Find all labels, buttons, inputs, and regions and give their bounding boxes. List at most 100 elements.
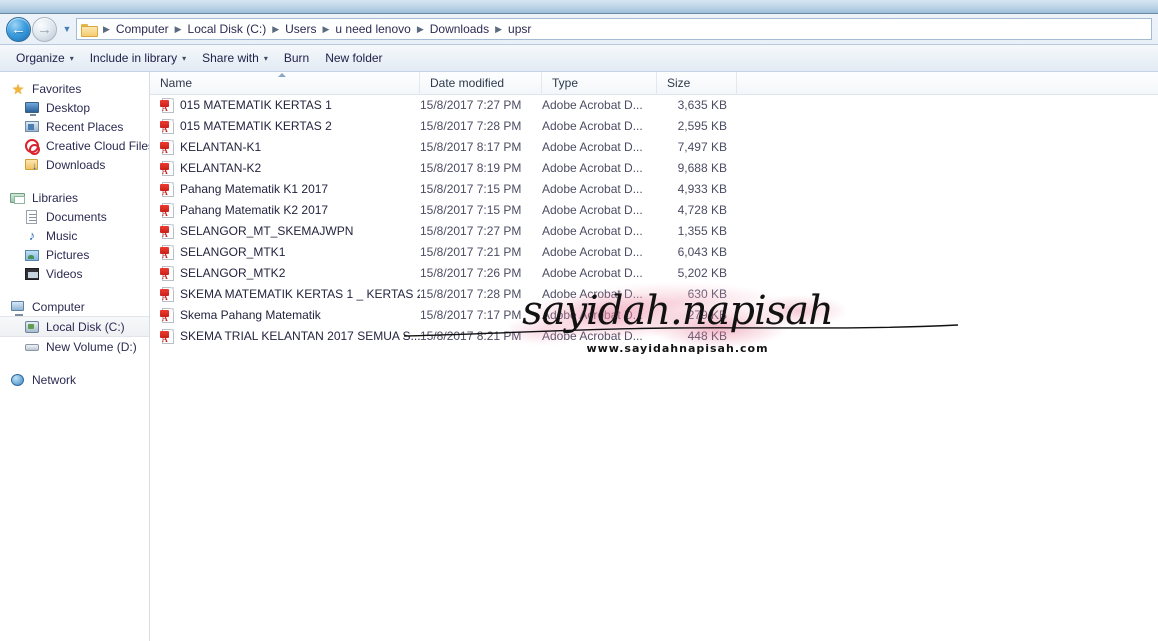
sidebar-item-libraries[interactable]: Libraries (0, 188, 149, 207)
sidebar-item-music[interactable]: ♪ Music (0, 226, 149, 245)
breadcrumb-separator-icon: ▶ (272, 23, 280, 34)
back-button[interactable]: ← (6, 16, 31, 42)
file-date-modified: 15/8/2017 7:17 PM (420, 308, 522, 322)
sidebar-item-label: Libraries (32, 190, 79, 205)
sidebar-item-favorites[interactable]: ★ Favorites (0, 79, 149, 98)
sidebar-item-label: Pictures (46, 247, 90, 262)
toolbar-item-label: Include in library (89, 51, 178, 65)
sidebar-item-pictures[interactable]: Pictures (0, 245, 149, 264)
pdf-icon: A (160, 119, 174, 134)
file-name-label: KELANTAN-K1 (180, 140, 262, 154)
pictures-icon (24, 247, 40, 263)
file-name-cell: A SKEMA TRIAL KELANTAN 2017 SEMUA S... (150, 326, 420, 347)
sidebar-item-label: New Volume (D:) (46, 339, 137, 354)
table-row[interactable]: A Pahang Matematik K2 2017 15/8/2017 7:15 … (150, 200, 1158, 221)
table-row[interactable]: A KELANTAN-K2 15/8/2017 8:19 PM Adobe Acrob… (150, 158, 1158, 179)
breadcrumb-separator-icon: ▶ (322, 23, 330, 34)
toolbar-share-with[interactable]: Share with ▾ (194, 48, 276, 68)
file-date-modified: 15/8/2017 7:15 PM (420, 182, 522, 196)
toolbar-burn[interactable]: Burn (276, 48, 317, 68)
file-date-modified: 15/8/2017 7:28 PM (420, 119, 522, 133)
pdf-icon: A (160, 140, 174, 155)
breadcrumb-item-upsr[interactable]: upsr (505, 21, 534, 37)
sidebar-item-documents[interactable]: Documents (0, 207, 149, 226)
sidebar-item-recent-places[interactable]: Recent Places (0, 117, 149, 136)
table-row[interactable]: A 015 MATEMATIK KERTAS 1 15/8/2017 7:27 PM… (150, 95, 1158, 116)
sidebar-item-label: Creative Cloud Files (46, 138, 150, 153)
sidebar-item-videos[interactable]: Videos (0, 264, 149, 283)
file-date-modified: 15/8/2017 7:28 PM (420, 287, 522, 301)
breadcrumb-item-users[interactable]: Users (282, 21, 319, 37)
toolbar-new-folder[interactable]: New folder (317, 48, 390, 68)
file-name-cell: A Skema Pahang Matematik (150, 305, 420, 326)
file-size: 6,043 KB (677, 245, 727, 259)
recent-pages-dropdown[interactable]: ▼ (60, 17, 74, 42)
sidebar-item-network[interactable]: Network (0, 370, 149, 389)
sidebar-item-downloads[interactable]: Downloads (0, 155, 149, 174)
volume-icon (24, 339, 40, 355)
file-type: Adobe Acrobat D... (542, 140, 643, 154)
file-name-label: SELANGOR_MTK1 (180, 245, 286, 259)
file-type: Adobe Acrobat D... (542, 203, 643, 217)
table-row[interactable]: A SELANGOR_MTK2 15/8/2017 7:26 PM Adobe Acr… (150, 263, 1158, 284)
pdf-icon: A (160, 161, 174, 176)
file-size: 448 KB (687, 329, 727, 343)
table-row[interactable]: A SKEMA TRIAL KELANTAN 2017 SEMUA S... 15/… (150, 326, 1158, 347)
table-row[interactable]: A SKEMA MATEMATIK KERTAS 1 _ KERTAS 2 15/8… (150, 284, 1158, 305)
toolbar-organize[interactable]: Organize ▾ (8, 48, 82, 68)
table-row[interactable]: A 015 MATEMATIK KERTAS 2 15/8/2017 7:28 PM… (150, 116, 1158, 137)
table-row[interactable]: A Skema Pahang Matematik 15/8/2017 7:17 PM… (150, 305, 1158, 326)
table-row[interactable]: A Pahang Matematik K1 2017 15/8/2017 7:15 … (150, 179, 1158, 200)
creative-cloud-icon (24, 138, 40, 155)
file-name-label: Pahang Matematik K2 2017 (180, 203, 329, 217)
file-name-cell: A SELANGOR_MT_SKEMAJWPN (150, 221, 420, 242)
back-arrow-icon: ← (11, 20, 26, 38)
file-rows: A 015 MATEMATIK KERTAS 1 15/8/2017 7:27 PM… (150, 95, 1158, 347)
breadcrumb[interactable]: ▶ Computer ▶ Local Disk (C:) ▶ Users ▶ u need l… (76, 18, 1152, 40)
column-header-size[interactable]: Size (657, 72, 737, 95)
table-row[interactable]: A KELANTAN-K1 15/8/2017 8:17 PM Adobe Acrob… (150, 137, 1158, 158)
sidebar-item-new-volume-d[interactable]: New Volume (D:) (0, 337, 149, 356)
file-size: 4,933 KB (677, 182, 727, 196)
sidebar-group-spacer (0, 174, 149, 188)
breadcrumb-item-downloads[interactable]: Downloads (427, 21, 492, 37)
breadcrumb-item-u-need-lenovo[interactable]: u need lenovo (332, 21, 413, 37)
sidebar-item-desktop[interactable]: Desktop (0, 98, 149, 117)
sidebar-item-label: Desktop (46, 100, 91, 115)
toolbar-include-in-library[interactable]: Include in library ▾ (82, 48, 194, 68)
column-header-type[interactable]: Type (542, 72, 657, 95)
sidebar-item-creative-cloud-files[interactable]: Creative Cloud Files (0, 136, 149, 155)
table-row[interactable]: A SELANGOR_MTK1 15/8/2017 7:21 PM Adobe Acr… (150, 242, 1158, 263)
sidebar-group-spacer (0, 283, 149, 297)
file-type: Adobe Acrobat D... (542, 329, 643, 343)
explorer-window: ← → ▼ ▶ Computer ▶ Local Disk (C:) ▶ Users ▶ u … (0, 0, 1158, 641)
sidebar-item-label: Recent Places (46, 119, 124, 134)
music-icon: ♪ (28, 227, 36, 243)
file-type: Adobe Acrobat D... (542, 119, 643, 133)
pdf-icon: A (160, 308, 174, 323)
sidebar-item-computer[interactable]: Computer (0, 297, 149, 316)
forward-button[interactable]: → (32, 16, 57, 42)
file-list-pane: Name Date modified Type Size A 015 MATEMA… (150, 72, 1158, 641)
file-type: Adobe Acrobat D... (542, 182, 643, 196)
sidebar-item-label: Local Disk (C:) (46, 319, 125, 334)
breadcrumb-item-computer[interactable]: Computer (113, 21, 172, 37)
table-row[interactable]: A SELANGOR_MT_SKEMAJWPN 15/8/2017 7:27 PM A… (150, 221, 1158, 242)
chevron-down-icon: ▾ (182, 53, 187, 63)
sidebar-item-local-disk-c[interactable]: Local Disk (C:) (0, 316, 149, 337)
file-type: Adobe Acrobat D... (542, 266, 643, 280)
libraries-icon (10, 190, 26, 206)
breadcrumb-item-local-disk-c[interactable]: Local Disk (C:) (185, 21, 270, 37)
file-date-modified: 15/8/2017 7:27 PM (420, 98, 522, 112)
recent-places-icon (24, 119, 40, 135)
file-name-cell: A SELANGOR_MTK1 (150, 242, 420, 263)
file-name-label: Skema Pahang Matematik (180, 308, 321, 322)
address-bar: ← → ▼ ▶ Computer ▶ Local Disk (C:) ▶ Users ▶ u … (0, 14, 1158, 45)
column-header-date-modified[interactable]: Date modified (420, 72, 542, 95)
pdf-icon: A (160, 98, 174, 113)
file-date-modified: 15/8/2017 8:21 PM (420, 329, 522, 343)
file-name-label: KELANTAN-K2 (180, 161, 262, 175)
file-type: Adobe Acrobat D... (542, 161, 643, 175)
sidebar-item-label: Downloads (46, 157, 106, 172)
file-name-cell: A SKEMA MATEMATIK KERTAS 1 _ KERTAS 2 (150, 284, 420, 305)
